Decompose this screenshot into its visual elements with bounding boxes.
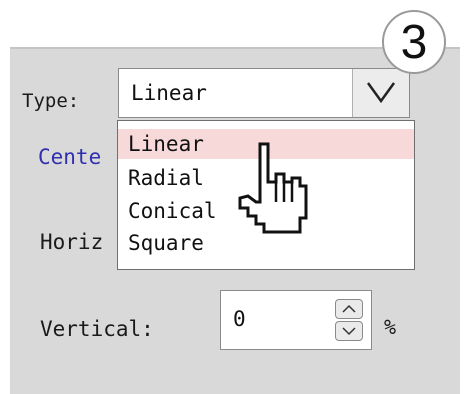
hand-pointer-icon [238, 142, 308, 234]
type-label: Type: [22, 90, 80, 112]
type-select[interactable]: Linear [118, 68, 410, 118]
vertical-input[interactable]: 0 [220, 290, 372, 350]
chevron-down-icon [342, 327, 356, 336]
vertical-value: 0 [233, 307, 246, 331]
vertical-label: Vertical: [40, 317, 154, 341]
vertical-decrement-button[interactable] [335, 321, 363, 341]
center-label: Cente [38, 145, 102, 169]
step-number-badge: 3 [382, 10, 446, 74]
chevron-up-icon [342, 304, 356, 313]
horizontal-label: Horiz [40, 230, 104, 254]
chevron-down-icon [366, 82, 396, 104]
type-select-dropdown-button[interactable] [352, 69, 409, 117]
type-select-value: Linear [131, 81, 207, 105]
vertical-increment-button[interactable] [335, 299, 363, 319]
percent-unit-label: % [384, 315, 397, 339]
